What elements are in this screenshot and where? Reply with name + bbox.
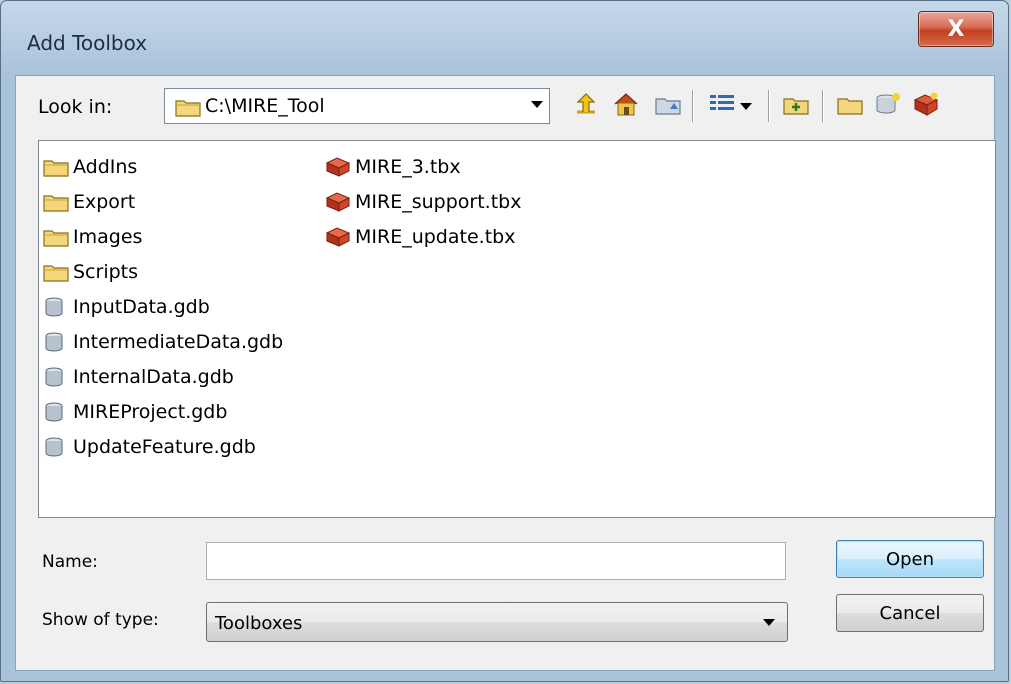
up-one-level-button[interactable] <box>570 90 602 122</box>
close-icon: X <box>947 16 965 42</box>
item-label: InternalData.gdb <box>73 365 234 388</box>
chevron-down-icon[interactable] <box>531 101 543 108</box>
dialog-title: Add Toolbox <box>27 31 148 55</box>
list-item-internaldata-gdb[interactable]: InternalData.gdb <box>43 359 283 394</box>
new-folder-button[interactable] <box>780 90 812 122</box>
show-of-type-label: Show of type: <box>42 610 159 630</box>
geodatabase-icon <box>43 330 73 354</box>
list-item-mire-update-tbx[interactable]: MIRE_update.tbx <box>325 219 521 254</box>
toolbar-separator <box>692 90 693 122</box>
folder-icon <box>175 97 201 121</box>
toolbox-icon <box>325 155 355 179</box>
item-label: MIRE_support.tbx <box>355 190 522 213</box>
file-list[interactable]: AddIns Export Images Scripts InputData.g… <box>38 140 996 518</box>
look-in-combo[interactable]: C:\MIRE_Tool <box>164 88 550 124</box>
close-button[interactable]: X <box>918 11 994 47</box>
name-label: Name: <box>42 552 98 572</box>
open-button[interactable]: Open <box>836 540 984 578</box>
connect-folder-icon <box>654 91 682 121</box>
item-label: Images <box>73 225 143 248</box>
file-column-1: AddIns Export Images Scripts InputData.g… <box>43 149 283 464</box>
view-chevron-down-icon <box>740 102 752 110</box>
home-icon <box>612 91 640 121</box>
up-one-level-icon <box>573 92 599 120</box>
list-item-inputdata-gdb[interactable]: InputData.gdb <box>43 289 283 324</box>
item-label: InputData.gdb <box>73 295 210 318</box>
geodatabase-icon <box>43 295 73 319</box>
look-in-path: C:\MIRE_Tool <box>205 95 325 117</box>
list-item-intermediatedata-gdb[interactable]: IntermediateData.gdb <box>43 324 283 359</box>
item-label: MIREProject.gdb <box>73 400 228 423</box>
toolbar-separator <box>768 90 769 122</box>
show-of-type-combo[interactable]: Toolboxes <box>206 602 788 642</box>
add-toolbox-dialog: Add Toolbox X Look in: C:\MIRE_Tool AddI… <box>0 0 1009 682</box>
list-item-mireproject-gdb[interactable]: MIREProject.gdb <box>43 394 283 429</box>
new-geodatabase-button[interactable] <box>872 90 904 122</box>
geodatabase-icon <box>43 400 73 424</box>
list-item-mire-support-tbx[interactable]: MIRE_support.tbx <box>325 184 521 219</box>
toolbox-icon <box>912 91 940 121</box>
geodatabase-icon <box>43 365 73 389</box>
show-of-type-value: Toolboxes <box>215 613 303 634</box>
toolbox-icon <box>325 225 355 249</box>
item-label: UpdateFeature.gdb <box>73 435 256 458</box>
item-label: IntermediateData.gdb <box>73 330 284 353</box>
look-in-label: Look in: <box>38 96 113 118</box>
folder-button[interactable] <box>834 90 866 122</box>
item-label: AddIns <box>73 155 138 178</box>
cancel-button[interactable]: Cancel <box>836 594 984 632</box>
folder-icon <box>836 92 864 120</box>
home-button[interactable] <box>610 90 642 122</box>
list-item-addins[interactable]: AddIns <box>43 149 283 184</box>
view-menu-icon <box>708 92 736 120</box>
list-item-updatefeature-gdb[interactable]: UpdateFeature.gdb <box>43 429 283 464</box>
item-label: MIRE_3.tbx <box>355 155 461 178</box>
chevron-down-icon[interactable] <box>763 619 775 626</box>
folder-icon <box>43 190 73 214</box>
dialog-body: Look in: C:\MIRE_Tool AddIns Export Imag… <box>15 75 996 671</box>
name-input[interactable] <box>206 542 786 580</box>
folder-icon <box>43 260 73 284</box>
view-menu-button[interactable] <box>704 90 756 122</box>
item-label: MIRE_update.tbx <box>355 225 516 248</box>
list-item-images[interactable]: Images <box>43 219 283 254</box>
folder-icon <box>43 155 73 179</box>
folder-icon <box>43 225 73 249</box>
geodatabase-icon <box>43 435 73 459</box>
item-label: Export <box>73 190 136 213</box>
toolbox-icon <box>325 190 355 214</box>
new-toolbox-button[interactable] <box>910 90 942 122</box>
list-item-scripts[interactable]: Scripts <box>43 254 283 289</box>
new-geodatabase-icon <box>874 91 902 121</box>
new-folder-icon <box>782 92 810 120</box>
title-bar[interactable]: Add Toolbox X <box>1 1 1008 77</box>
list-item-export[interactable]: Export <box>43 184 283 219</box>
toolbar-separator <box>822 90 823 122</box>
item-label: Scripts <box>73 260 139 283</box>
connect-folder-button[interactable] <box>652 90 684 122</box>
list-item-mire-3-tbx[interactable]: MIRE_3.tbx <box>325 149 521 184</box>
file-column-2: MIRE_3.tbx MIRE_support.tbx MIRE_update.… <box>325 149 521 254</box>
